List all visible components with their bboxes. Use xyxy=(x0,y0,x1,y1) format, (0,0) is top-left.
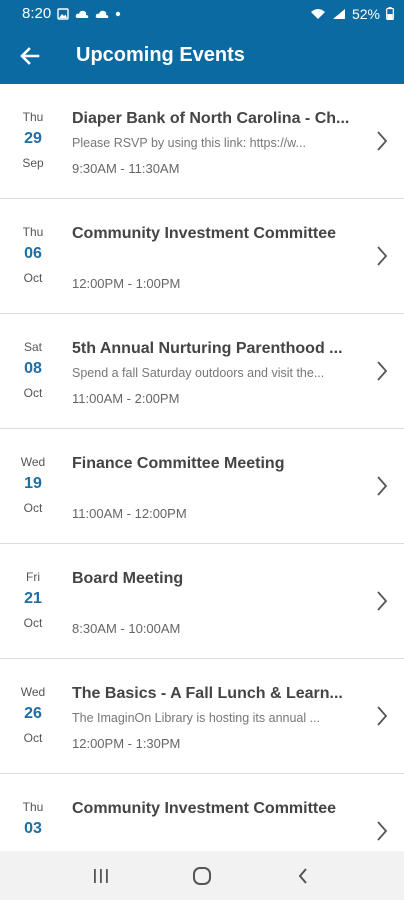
arrow-left-icon xyxy=(20,46,40,65)
event-row[interactable]: Wed 26 Oct The Basics - A Fall Lunch & L… xyxy=(0,659,404,774)
event-day: 06 xyxy=(24,245,42,262)
event-date: Thu 06 Oct xyxy=(0,199,66,313)
event-title: Community Investment Committee xyxy=(72,225,337,242)
event-info: Finance Committee Meeting 11:00AM - 12:0… xyxy=(66,429,360,543)
event-date: Thu 29 Sep xyxy=(0,84,66,198)
event-day: 08 xyxy=(24,360,42,377)
event-date: Thu 03 xyxy=(0,774,66,851)
chevron-right-icon xyxy=(360,314,404,428)
event-day: 19 xyxy=(24,475,42,492)
system-nav-bar xyxy=(0,851,404,900)
event-month: Oct xyxy=(23,271,43,285)
cloud-icon xyxy=(75,9,89,19)
event-date: Sat 08 Oct xyxy=(0,314,66,428)
signal-icon xyxy=(332,8,346,20)
event-info: 5th Annual Nurturing Parenthood ... Spen… xyxy=(66,314,360,428)
event-row[interactable]: Thu 29 Sep Diaper Bank of North Carolina… xyxy=(0,84,404,199)
status-bar: 8:20 52% xyxy=(0,0,404,27)
event-title: 5th Annual Nurturing Parenthood ... xyxy=(72,340,343,357)
event-month: Oct xyxy=(23,386,43,400)
chevron-right-icon xyxy=(360,84,404,198)
event-title: Diaper Bank of North Carolina - Ch... xyxy=(72,110,350,127)
back-nav-button[interactable] xyxy=(273,856,333,896)
home-icon xyxy=(192,866,212,886)
cloud-icon xyxy=(95,9,109,19)
recent-apps-button[interactable] xyxy=(71,856,131,896)
status-right: 52% xyxy=(310,6,394,22)
back-icon xyxy=(297,867,309,885)
event-row[interactable]: Sat 08 Oct 5th Annual Nurturing Parentho… xyxy=(0,314,404,429)
event-title: The Basics - A Fall Lunch & Learn... xyxy=(72,685,343,702)
event-info: The Basics - A Fall Lunch & Learn... The… xyxy=(66,659,360,773)
page-title: Upcoming Events xyxy=(76,44,245,66)
dot-icon xyxy=(115,11,121,17)
event-description: Please RSVP by using this link: https://… xyxy=(72,136,306,150)
event-weekday: Thu xyxy=(22,110,44,124)
events-list[interactable]: Thu 29 Sep Diaper Bank of North Carolina… xyxy=(0,84,404,851)
chevron-right-icon xyxy=(360,429,404,543)
event-weekday: Thu xyxy=(22,225,44,239)
event-description: The ImaginOn Library is hosting its annu… xyxy=(72,711,321,725)
event-row[interactable]: Thu 06 Oct Community Investment Committe… xyxy=(0,199,404,314)
recent-apps-icon xyxy=(92,868,110,884)
back-button[interactable] xyxy=(0,27,60,84)
event-day: 26 xyxy=(24,705,42,722)
event-date: Wed 26 Oct xyxy=(0,659,66,773)
event-weekday: Wed xyxy=(20,685,46,699)
battery-percent: 52% xyxy=(351,5,380,22)
event-month: Sep xyxy=(22,156,44,170)
status-left: 8:20 xyxy=(22,5,121,22)
event-weekday: Sat xyxy=(23,340,42,354)
event-row[interactable]: Wed 19 Oct Finance Committee Meeting 11:… xyxy=(0,429,404,544)
event-time: 12:00PM - 1:30PM xyxy=(72,736,181,751)
app-bar: Upcoming Events xyxy=(0,27,404,84)
chevron-right-icon xyxy=(360,659,404,773)
event-time: 11:00AM - 12:00PM xyxy=(72,506,187,521)
event-day: 29 xyxy=(24,130,42,147)
event-month: Oct xyxy=(23,731,43,745)
battery-icon xyxy=(386,7,394,20)
event-info: Board Meeting 8:30AM - 10:00AM xyxy=(66,544,360,658)
event-date: Fri 21 Oct xyxy=(0,544,66,658)
event-row[interactable]: Fri 21 Oct Board Meeting 8:30AM - 10:00A… xyxy=(0,544,404,659)
event-time: 12:00PM - 1:00PM xyxy=(72,276,181,291)
event-month: Oct xyxy=(23,501,43,515)
event-day: 03 xyxy=(24,820,42,837)
event-info: Diaper Bank of North Carolina - Ch... Pl… xyxy=(66,84,360,198)
chevron-right-icon xyxy=(360,544,404,658)
wifi-icon xyxy=(310,8,326,20)
event-time: 8:30AM - 10:00AM xyxy=(72,621,181,636)
event-weekday: Wed xyxy=(20,455,46,469)
status-time: 8:20 xyxy=(22,5,52,22)
event-title: Finance Committee Meeting xyxy=(72,455,285,472)
event-date: Wed 19 Oct xyxy=(0,429,66,543)
event-day: 21 xyxy=(24,590,42,607)
event-weekday: Thu xyxy=(22,800,44,814)
event-description: Spend a fall Saturday outdoors and visit… xyxy=(72,366,325,380)
event-weekday: Fri xyxy=(26,570,40,584)
chevron-right-icon xyxy=(360,774,404,851)
chevron-right-icon xyxy=(360,199,404,313)
image-icon xyxy=(57,7,69,20)
event-time: 11:00AM - 2:00PM xyxy=(72,391,180,406)
event-row[interactable]: Thu 03 Community Investment Committee xyxy=(0,774,404,851)
home-button[interactable] xyxy=(172,856,232,896)
event-title: Board Meeting xyxy=(72,570,184,587)
event-info: Community Investment Committee xyxy=(66,774,360,851)
event-info: Community Investment Committee 12:00PM -… xyxy=(66,199,360,313)
event-time: 9:30AM - 11:30AM xyxy=(72,161,180,176)
event-month: Oct xyxy=(23,616,43,630)
event-title: Community Investment Committee xyxy=(72,800,337,817)
